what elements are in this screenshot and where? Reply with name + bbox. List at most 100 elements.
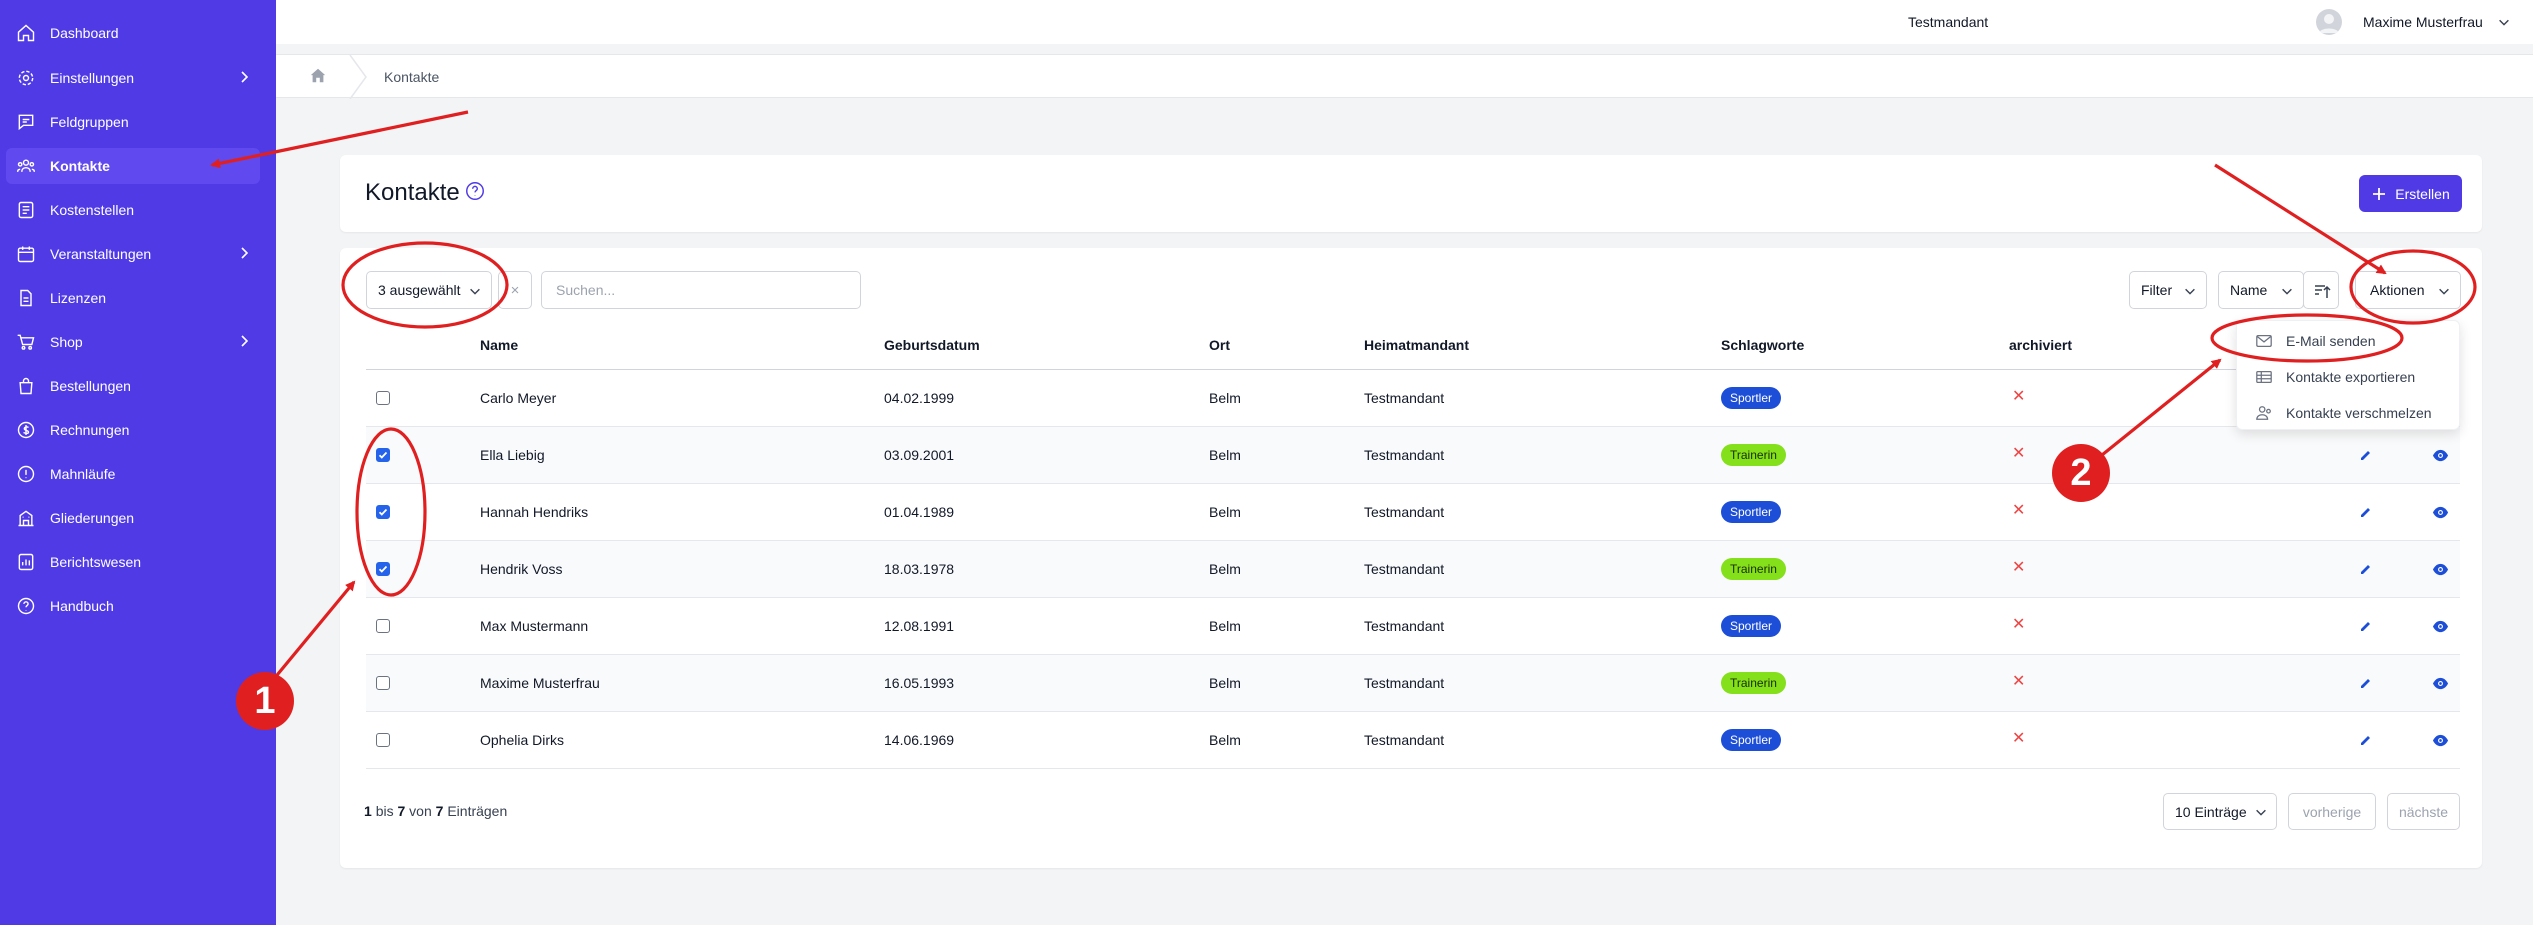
menu-item-export[interactable]: Kontakte exportieren [2237, 359, 2459, 395]
cell-birth: 14.06.1969 [884, 732, 955, 748]
sidebar-item-einstellungen[interactable]: Einstellungen [6, 60, 260, 96]
sidebar-item-label: Kostenstellen [50, 202, 135, 218]
page-size-label: 10 Einträge [2175, 803, 2247, 820]
actions-menu: E-Mail senden Kontakte exportieren Konta… [2236, 320, 2460, 430]
chat-icon [18, 114, 34, 131]
column-header-heimatmandant[interactable]: Heimatmandant [1364, 337, 1469, 353]
breadcrumb-current[interactable]: Kontakte [384, 69, 439, 85]
eye-icon[interactable] [2432, 504, 2449, 521]
cell-name: Max Mustermann [480, 618, 589, 634]
chevron-down-icon [2256, 809, 2266, 816]
sidebar-item-bestellungen[interactable]: Bestellungen [6, 368, 260, 404]
filter-dropdown[interactable]: Filter [2129, 271, 2207, 309]
sidebar-item-kostenstellen[interactable]: Kostenstellen [6, 192, 260, 228]
archived-status: ✕ [2012, 445, 2026, 462]
pagination-info: 1 bis 7 von 7 Einträgen [364, 803, 508, 819]
clear-selection-button[interactable]: × [498, 271, 532, 309]
sidebar-item-label: Kontakte [50, 158, 110, 174]
table-row[interactable]: Ophelia Dirks 14.06.1969 Belm Testmandant Sp… [366, 712, 2460, 769]
column-header-ort[interactable]: Ort [1209, 337, 1230, 353]
cell-tenant: Testmandant [1364, 390, 1445, 406]
next-page-button[interactable]: nächste [2387, 793, 2460, 830]
help-circle-icon[interactable] [464, 180, 486, 202]
eye-icon[interactable] [2432, 675, 2449, 692]
menu-item-email[interactable]: E-Mail senden [2237, 323, 2459, 359]
menu-item-label: E-Mail senden [2286, 333, 2376, 349]
eye-icon[interactable] [2432, 732, 2449, 749]
cell-city: Belm [1209, 390, 1241, 406]
sidebar-item-mahnlaeufe[interactable]: Mahnläufe [6, 456, 260, 492]
ledger-icon [18, 201, 34, 219]
user-menu[interactable]: Maxime Musterfrau [2363, 14, 2483, 30]
cell-name: Hannah Hendriks [480, 504, 589, 520]
row-checkbox[interactable] [376, 505, 390, 519]
cell-city: Belm [1209, 561, 1241, 577]
chevron-down-icon [470, 288, 480, 295]
table-row[interactable]: Hannah Hendriks 01.04.1989 Belm Testmandant… [366, 484, 2460, 541]
chevron-down-icon[interactable] [2497, 15, 2511, 29]
cell-name: Carlo Meyer [480, 390, 557, 406]
avatar[interactable] [2316, 9, 2342, 35]
sidebar-item-gliederungen[interactable]: Gliederungen [6, 500, 260, 536]
sidebar-item-handbuch[interactable]: Handbuch [6, 588, 260, 624]
page-size-select[interactable]: 10 Einträge [2163, 793, 2277, 830]
eye-icon[interactable] [2432, 447, 2449, 464]
menu-item-merge[interactable]: Kontakte verschmelzen [2237, 395, 2459, 431]
row-checkbox[interactable] [376, 676, 390, 690]
column-header-schlagworte[interactable]: Schlagworte [1721, 337, 1804, 353]
sidebar-item-label: Einstellungen [50, 70, 135, 86]
edit-icon[interactable] [2359, 733, 2373, 747]
create-button-label: Erstellen [2395, 185, 2450, 202]
report-icon [18, 553, 34, 571]
create-button[interactable]: Erstellen [2359, 175, 2462, 212]
sidebar-item-label: Feldgruppen [50, 114, 129, 130]
search-input[interactable] [541, 271, 861, 309]
eye-icon[interactable] [2432, 618, 2449, 635]
sidebar-item-kontakte[interactable]: Kontakte [6, 148, 260, 184]
row-checkbox[interactable] [376, 391, 390, 405]
tenant-switcher[interactable]: Testmandant [1908, 14, 1988, 30]
edit-icon[interactable] [2359, 619, 2373, 633]
sidebar-item-lizenzen[interactable]: Lizenzen [6, 280, 260, 316]
edit-icon[interactable] [2359, 505, 2373, 519]
row-checkbox[interactable] [376, 562, 390, 576]
sidebar-item-label: Handbuch [50, 598, 114, 614]
table-row[interactable]: Carlo Meyer 04.02.1999 Belm Testmandant Spor… [366, 370, 2460, 427]
home-icon[interactable] [309, 67, 327, 85]
sidebar-item-label: Gliederungen [50, 510, 135, 526]
sidebar-item-veranstaltungen[interactable]: Veranstaltungen [6, 236, 260, 272]
sidebar-item-rechnungen[interactable]: Rechnungen [6, 412, 260, 448]
chevron-right-icon [241, 335, 249, 347]
sort-field-dropdown[interactable]: Name [2218, 271, 2304, 309]
sort-direction-button[interactable] [2303, 271, 2339, 309]
row-checkbox[interactable] [376, 619, 390, 633]
actions-dropdown[interactable]: Aktionen [2355, 271, 2461, 309]
cell-city: Belm [1209, 675, 1241, 691]
edit-icon[interactable] [2359, 676, 2373, 690]
sidebar-item-berichtswesen[interactable]: Berichtswesen [6, 544, 260, 580]
alert-icon [17, 465, 35, 483]
cell-birth: 03.09.2001 [884, 447, 955, 463]
column-header-name[interactable]: Name [480, 337, 518, 353]
sidebar-item-feldgruppen[interactable]: Feldgruppen [6, 104, 260, 140]
column-header-geburtsdatum[interactable]: Geburtsdatum [884, 337, 980, 353]
selection-dropdown[interactable]: 3 ausgewählt [366, 271, 492, 309]
sidebar-item-dashboard[interactable]: Dashboard [6, 15, 260, 51]
cell-city: Belm [1209, 618, 1241, 634]
cell-city: Belm [1209, 447, 1241, 463]
edit-icon[interactable] [2359, 562, 2373, 576]
edit-icon[interactable] [2359, 448, 2373, 462]
cell-city: Belm [1209, 732, 1241, 748]
row-checkbox[interactable] [376, 448, 390, 462]
sidebar-item-shop[interactable]: Shop [6, 324, 260, 360]
column-header-archiviert[interactable]: archiviert [2009, 337, 2072, 353]
row-checkbox[interactable] [376, 733, 390, 747]
prev-page-button[interactable]: vorherige [2288, 793, 2376, 830]
table-row[interactable]: Ella Liebig 03.09.2001 Belm Testmandant Trai… [366, 427, 2460, 484]
sidebar-item-label: Dashboard [50, 25, 119, 41]
table-row[interactable]: Max Mustermann 12.08.1991 Belm Testmandant S… [366, 598, 2460, 655]
table-row[interactable]: Hendrik Voss 18.03.1978 Belm Testmandant Tra… [366, 541, 2460, 598]
table-row[interactable]: Maxime Musterfrau 16.05.1993 Belm Testmanda… [366, 655, 2460, 712]
cell-birth: 18.03.1978 [884, 561, 955, 577]
eye-icon[interactable] [2432, 561, 2449, 578]
